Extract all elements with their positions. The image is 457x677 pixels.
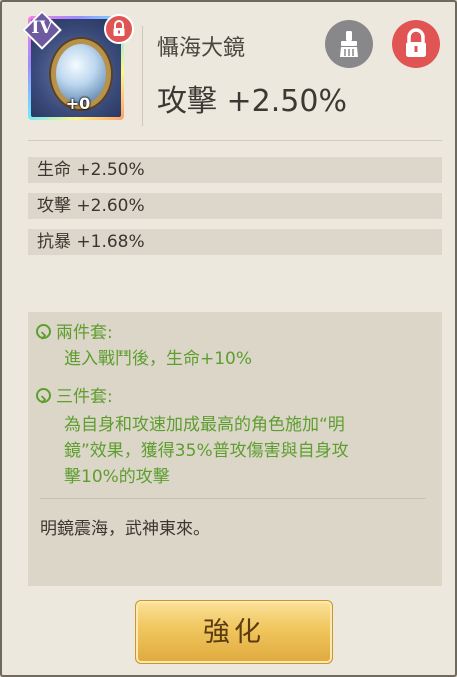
sub-stat-row: 攻擊 +2.60%	[28, 193, 442, 219]
lock-icon	[406, 28, 426, 57]
chevron-circle-icon	[36, 324, 51, 340]
header-divider	[142, 26, 143, 126]
equipment-detail-panel: IV +0 懾海大鏡 攻擊 +2.50% 生命 +2.50% 攻擊 +2.60%…	[0, 0, 457, 677]
two-piece-title: 兩件套:	[56, 323, 113, 343]
two-piece-desc: 進入戰鬥後，生命+10%	[64, 349, 253, 369]
tier-label: IV	[31, 18, 53, 38]
enhance-level: +0	[65, 94, 91, 113]
section-divider	[28, 140, 442, 141]
chevron-circle-icon	[36, 388, 51, 404]
sub-stat-row: 生命 +2.50%	[28, 157, 442, 183]
item-name: 懾海大鏡	[157, 36, 246, 61]
three-piece-desc-line: 鏡”效果，獲得35%普攻傷害與自身攻	[64, 441, 349, 461]
enhance-button[interactable]: 強化	[135, 600, 333, 664]
three-piece-desc-line: 擊10%的攻擊	[64, 467, 170, 487]
lock-button[interactable]	[392, 20, 440, 68]
flavor-divider	[40, 498, 426, 499]
lock-icon	[104, 14, 134, 44]
flavor-text: 明鏡震海，武神東來。	[40, 519, 210, 539]
sub-stat-row: 抗暴 +1.68%	[28, 229, 442, 255]
set-bonus-panel: 兩件套: 進入戰鬥後，生命+10% 三件套: 為自身和攻速加成最高的角色施加“明…	[28, 312, 442, 586]
three-piece-desc-line: 為自身和攻速加成最高的角色施加“明	[64, 415, 345, 435]
three-piece-title: 三件套:	[56, 387, 113, 407]
brush-button[interactable]	[325, 20, 373, 68]
main-stat: 攻擊 +2.50%	[157, 84, 347, 119]
brush-icon	[340, 31, 358, 57]
